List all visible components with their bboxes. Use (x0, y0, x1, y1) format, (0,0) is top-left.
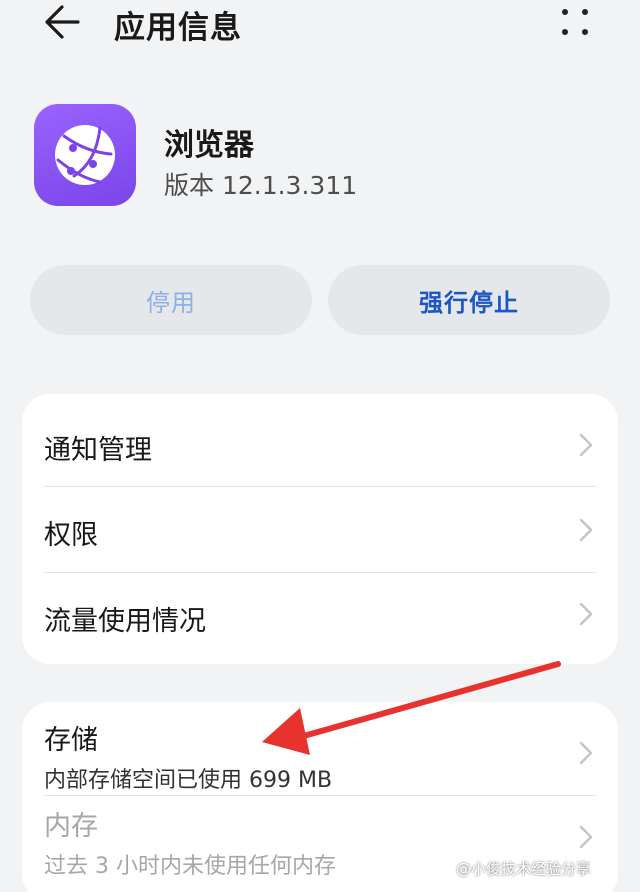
memory-label: 内存 (44, 811, 98, 842)
memory-detail: 过去 3 小时内未使用任何内存 (44, 854, 336, 879)
watermark: @小俊技术经验分享 (456, 860, 592, 878)
data-usage-label: 流量使用情况 (44, 606, 206, 637)
page-title: 应用信息 (114, 10, 242, 46)
force-stop-button[interactable]: 强行停止 (328, 265, 610, 335)
back-button[interactable] (40, 2, 88, 42)
app-icon (34, 104, 136, 206)
storage-item[interactable]: 存储 内部存储空间已使用 699 MB (22, 702, 618, 794)
storage-detail: 内部存储空间已使用 699 MB (44, 768, 333, 793)
more-options-button[interactable] (556, 4, 596, 40)
data-usage-item[interactable]: 流量使用情况 (22, 573, 618, 664)
disable-button[interactable]: 停用 (30, 265, 312, 335)
arrow-left-icon (45, 5, 80, 39)
top-app-bar: 应用信息 (0, 0, 640, 50)
browser-globe-icon (55, 125, 115, 185)
chevron-right-icon (579, 602, 593, 626)
storage-label: 存储 (44, 725, 98, 756)
settings-card: 通知管理 权限 流量使用情况 (22, 394, 618, 664)
chevron-right-icon (579, 825, 593, 849)
permissions-label: 权限 (44, 520, 98, 551)
notification-management-item[interactable]: 通知管理 (22, 394, 618, 486)
app-name: 浏览器 (164, 128, 254, 163)
chevron-right-icon (579, 741, 593, 765)
app-version: 版本 12.1.3.311 (164, 171, 358, 200)
chevron-right-icon (579, 433, 593, 457)
permissions-item[interactable]: 权限 (22, 487, 618, 572)
chevron-right-icon (579, 518, 593, 542)
notification-management-label: 通知管理 (44, 435, 152, 466)
more-vertical-icon (562, 9, 588, 35)
